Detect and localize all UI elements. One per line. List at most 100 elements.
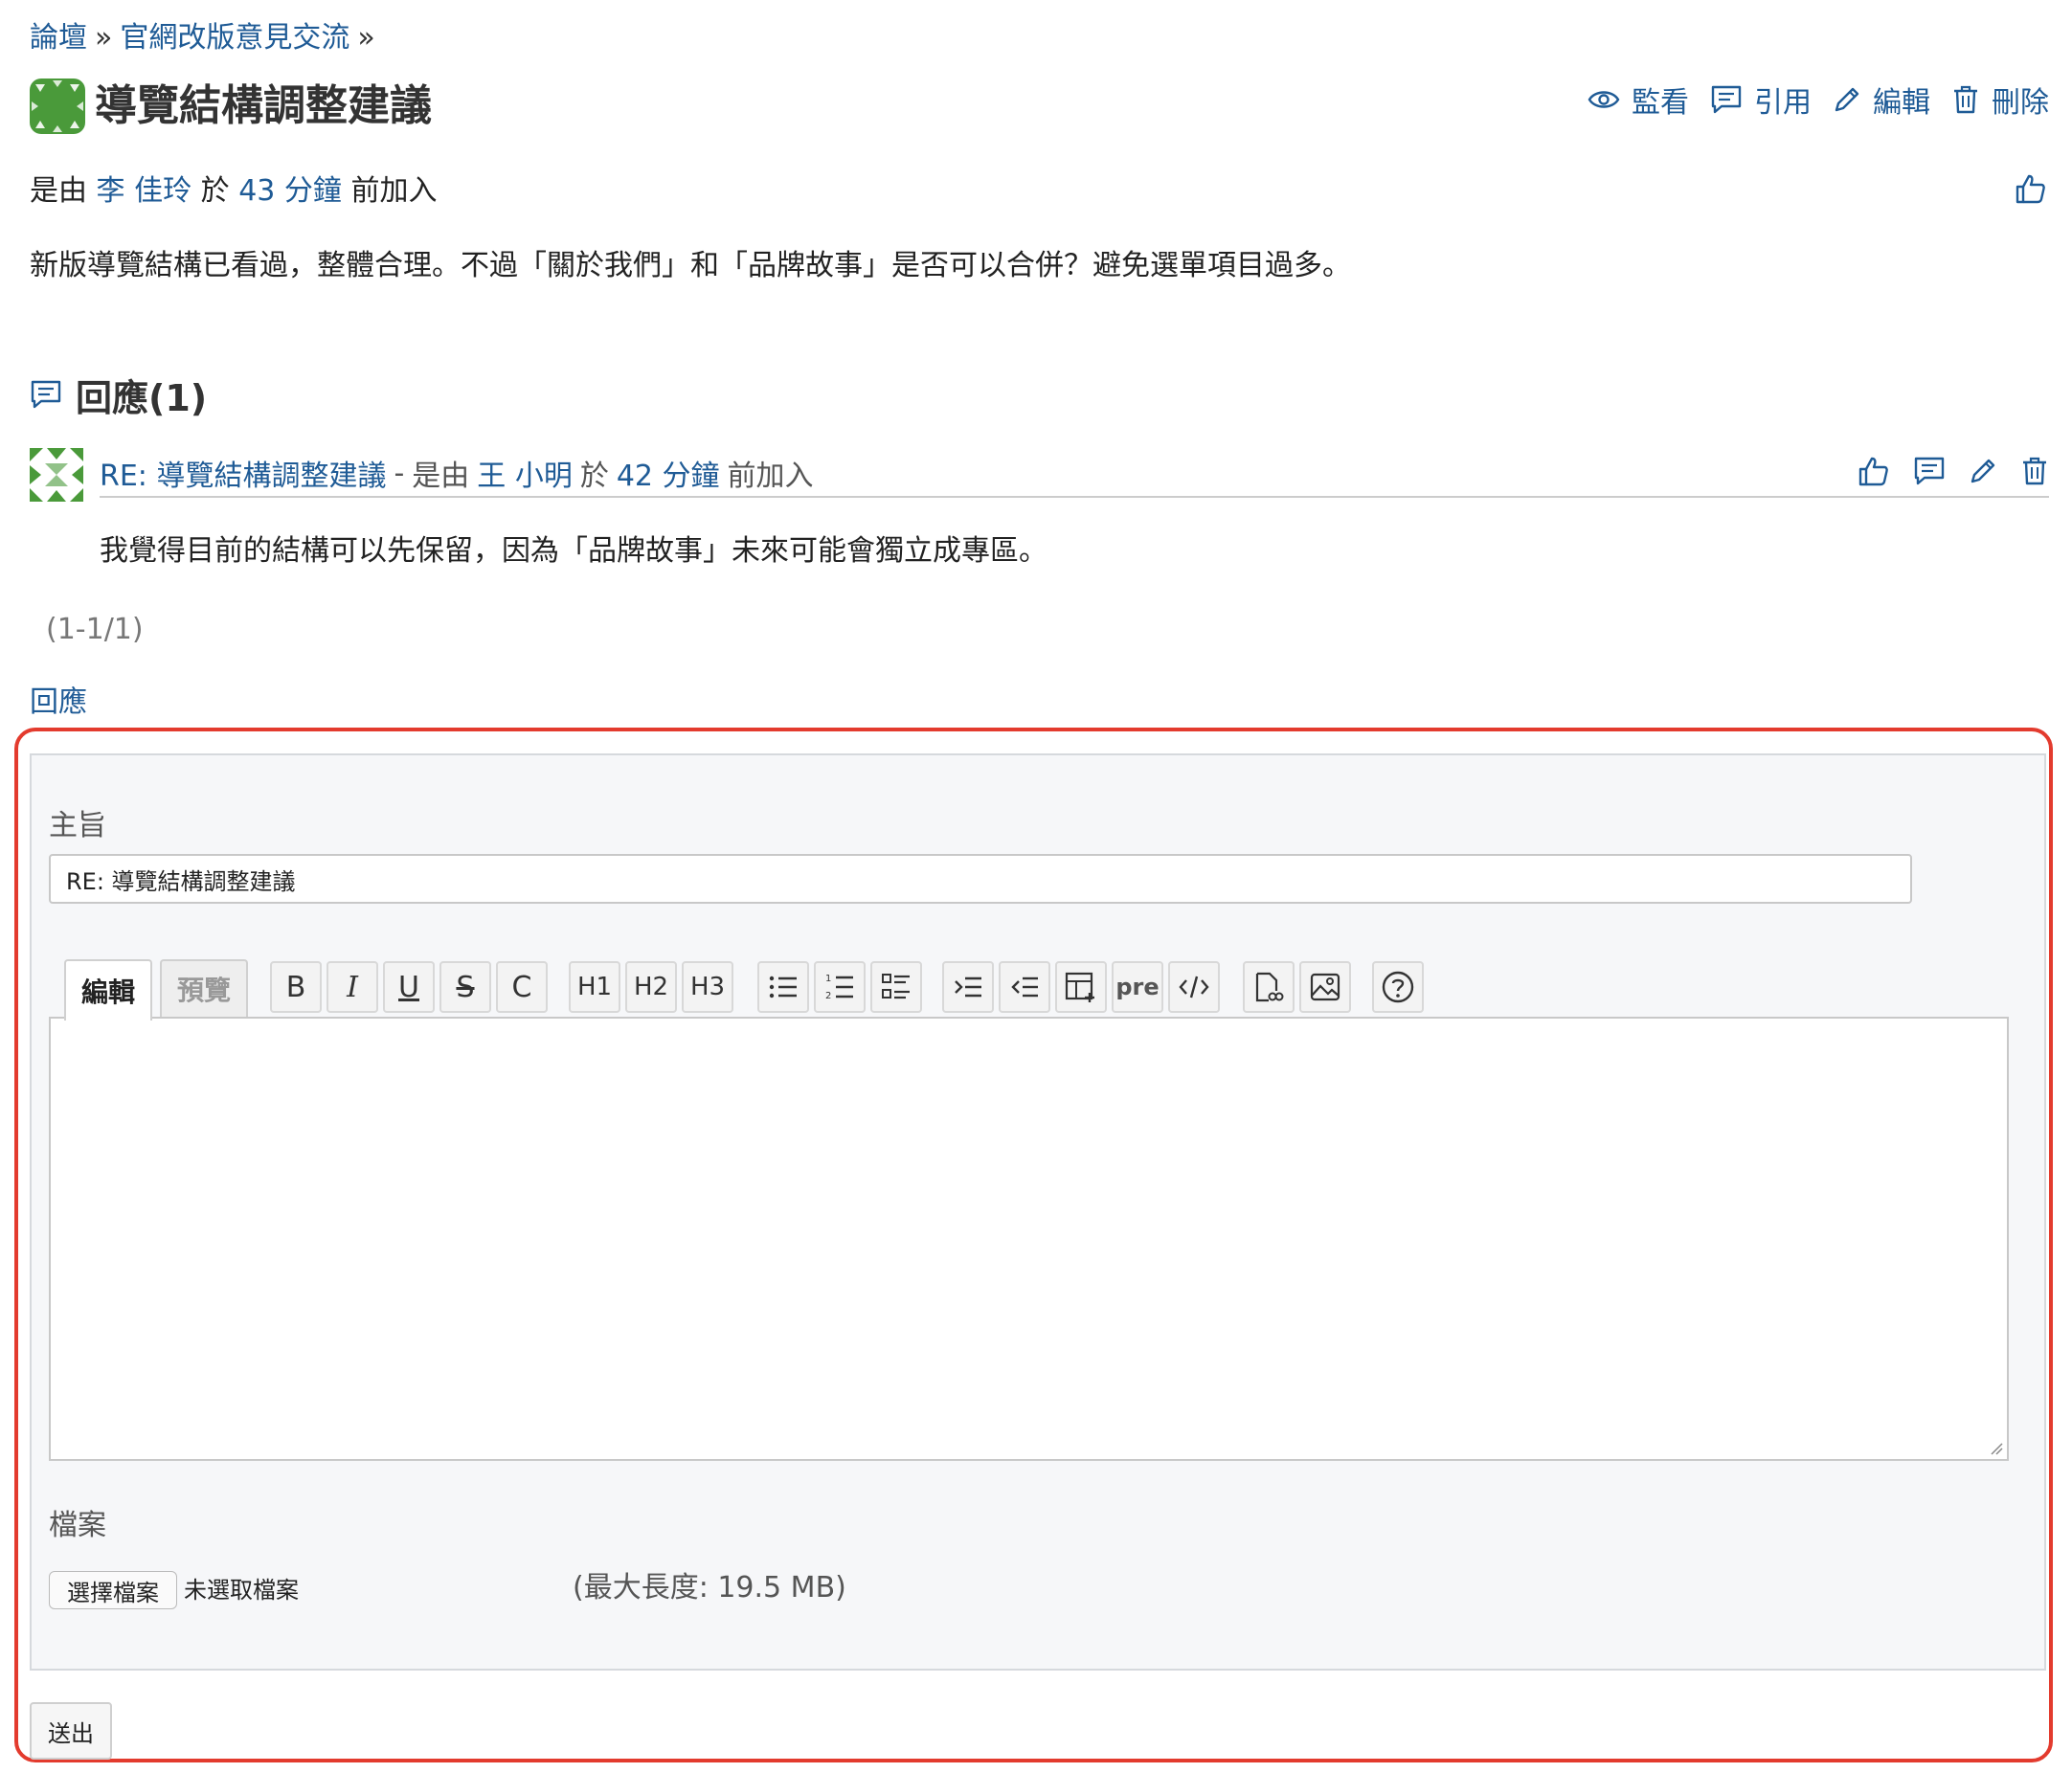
reply-author-prefix: 是由 <box>412 460 470 493</box>
inline-code-icon: C <box>511 970 532 1004</box>
bullet-list-button[interactable] <box>757 961 809 1013</box>
reply-actions <box>1835 450 2049 492</box>
time-link[interactable]: 43 分鐘 <box>238 174 342 208</box>
numbered-list-icon: 12 <box>825 974 853 1001</box>
quote-button[interactable]: 引用 <box>1710 79 1812 121</box>
pagination-info: (1-1/1) <box>46 613 144 646</box>
tab-preview[interactable]: 預覽 <box>160 959 248 1017</box>
reply-time-suffix: 前加入 <box>727 460 814 493</box>
replies-title: 回應(1) <box>76 376 208 419</box>
outdent-icon <box>1011 976 1038 998</box>
thumbs-up-icon <box>1858 457 1888 486</box>
checklist-icon <box>882 974 910 999</box>
user-avatar-icon <box>30 79 85 134</box>
table-icon <box>1065 972 1094 1002</box>
code-block-button[interactable] <box>1168 961 1220 1013</box>
thumbs-up-icon <box>2016 174 2045 204</box>
heading2-icon: H2 <box>633 973 669 1001</box>
breadcrumb-separator: » <box>95 21 113 55</box>
edit-label: 編輯 <box>1873 86 1930 120</box>
strikethrough-button[interactable]: S <box>439 961 491 1013</box>
svg-text:2: 2 <box>825 991 831 1001</box>
reply-like-button[interactable] <box>1835 455 1890 487</box>
strikethrough-icon: S <box>456 970 475 1004</box>
topic-author-line: 是由 李 佳玲 於 43 分鐘 前加入 <box>30 170 437 213</box>
heading3-icon: H3 <box>689 973 726 1001</box>
heading3-button[interactable]: H3 <box>682 961 733 1013</box>
time-suffix: 前加入 <box>350 174 438 208</box>
pre-icon: pre <box>1115 974 1160 1000</box>
trash-icon <box>1954 85 1977 114</box>
replies-heading: 回應(1) <box>30 371 207 419</box>
help-button[interactable] <box>1372 961 1424 1013</box>
topic-actions: 監看 引用 編輯 刪除 <box>1566 79 2049 121</box>
reply-subject-link[interactable]: RE: 導覽結構調整建議 <box>100 452 386 494</box>
content-editor[interactable] <box>49 1017 2009 1461</box>
reply-delete-button[interactable] <box>1997 456 2049 486</box>
attachment-link-button[interactable] <box>1243 961 1295 1013</box>
bold-icon: B <box>285 970 306 1004</box>
underline-icon: U <box>398 970 419 1004</box>
comment-icon <box>1711 85 1742 114</box>
help-icon <box>1382 971 1414 1003</box>
comment-icon <box>1914 457 1945 485</box>
bullet-list-icon <box>769 976 797 999</box>
author-link[interactable]: 李 佳玲 <box>97 174 192 208</box>
author-prefix: 是由 <box>30 174 87 208</box>
numbered-list-button[interactable]: 12 <box>814 961 866 1013</box>
breadcrumb-forum-link[interactable]: 官網改版意見交流 <box>120 21 349 55</box>
comment-icon <box>31 380 61 409</box>
reply-body: 我覺得目前的結構可以先保留，因為「品牌故事」未來可能會獨立成專區。 <box>100 534 1047 568</box>
user-avatar-icon <box>30 448 83 502</box>
reply-time-prefix: 於 <box>579 460 609 493</box>
breadcrumb-separator: » <box>357 21 375 55</box>
trash-icon <box>2023 457 2046 485</box>
reply-author-link[interactable]: 王 小明 <box>477 452 573 494</box>
file-status: 未選取檔案 <box>184 1577 299 1604</box>
subject-input[interactable] <box>49 854 1912 904</box>
svg-text:1: 1 <box>825 974 831 984</box>
table-button[interactable] <box>1055 961 1107 1013</box>
delete-label: 刪除 <box>1992 86 2049 120</box>
underline-button[interactable]: U <box>383 961 435 1013</box>
topic-title-row: 導覽結構調整建議 <box>30 77 432 136</box>
like-button[interactable] <box>2015 172 2047 205</box>
breadcrumb-forums-link[interactable]: 論壇 <box>30 21 87 55</box>
choose-file-button[interactable]: 選擇檔案 <box>49 1571 177 1609</box>
reply-time-link[interactable]: 42 分鐘 <box>617 452 720 494</box>
pre-button[interactable]: pre <box>1112 961 1163 1013</box>
reply-toggle-link[interactable]: 回應 <box>30 682 87 724</box>
reply-dash: - <box>394 456 405 490</box>
resize-handle-icon[interactable] <box>1990 1442 2003 1455</box>
delete-button[interactable]: 刪除 <box>1951 79 2049 121</box>
quote-label: 引用 <box>1754 86 1812 120</box>
italic-icon: I <box>347 970 358 1004</box>
edit-button[interactable]: 編輯 <box>1833 79 1930 121</box>
checklist-button[interactable] <box>870 961 922 1013</box>
heading1-icon: H1 <box>576 973 613 1001</box>
breadcrumb: 論壇» 官網改版意見交流» <box>30 17 383 59</box>
subject-label: 主旨 <box>49 809 106 842</box>
bold-button[interactable]: B <box>270 961 322 1013</box>
heading2-button[interactable]: H2 <box>625 961 677 1013</box>
topic-content: 新版導覽結構已看過，整體合理。不過「關於我們」和「品牌故事」是否可以合併？避免選… <box>30 249 1351 282</box>
watch-button[interactable]: 監看 <box>1588 79 1689 121</box>
watch-label: 監看 <box>1632 86 1689 120</box>
indent-button[interactable] <box>942 961 994 1013</box>
inline-code-button[interactable]: C <box>496 961 548 1013</box>
tab-edit[interactable]: 編輯 <box>64 959 152 1021</box>
image-icon <box>1310 973 1340 1001</box>
page-title: 導覽結構調整建議 <box>95 81 432 130</box>
heading1-button[interactable]: H1 <box>569 961 620 1013</box>
italic-button[interactable]: I <box>327 961 378 1013</box>
reply-edit-button[interactable] <box>1946 457 1997 485</box>
code-icon <box>1179 976 1209 999</box>
file-link-icon <box>1255 972 1284 1002</box>
submit-button[interactable]: 送出 <box>30 1702 112 1760</box>
reply-header: RE: 導覽結構調整建議 - 是由 王 小明 於 42 分鐘 前加入 <box>100 450 2049 498</box>
pencil-icon <box>1835 87 1859 112</box>
outdent-button[interactable] <box>999 961 1050 1013</box>
indent-icon <box>955 976 981 998</box>
reply-quote-button[interactable] <box>1890 456 1946 486</box>
image-button[interactable] <box>1299 961 1351 1013</box>
